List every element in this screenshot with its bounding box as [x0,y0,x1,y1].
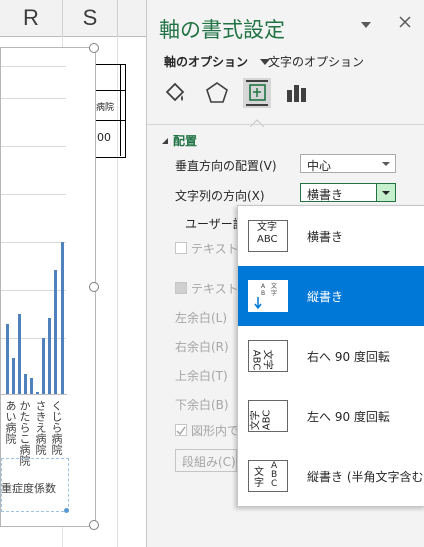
autofit-checkbox[interactable] [175,282,187,294]
chart-bar[interactable] [18,314,21,394]
columns-button[interactable]: 段組み(C) [175,449,237,472]
tab-axis-options[interactable]: 軸のオプション [164,53,271,70]
top-margin-label: 上余白(T) [175,369,228,383]
spreadsheet-area[interactable]: R S 病院 00 あい病院 かたらこ病院 さきえ病院 くじら病院 重症度係数 [0,0,146,547]
pane-title: 軸の書式設定 [159,18,285,42]
close-icon[interactable] [399,16,411,31]
chart-bar[interactable] [42,338,45,394]
chevron-down-icon [376,184,395,201]
stacked-text-icon: 文字 ABC [248,460,288,492]
axis-category-label: さきえ病院 [34,400,47,455]
left-margin-label: 左余白(L) [175,311,228,325]
menu-item-stacked[interactable]: 文字 ABC 縦書き (半角文字含む) [238,446,424,506]
menu-item-horizontal[interactable]: 文字 ABC 横書き [238,206,424,266]
text-direction-dropdown[interactable]: 横書き [300,183,396,202]
chart-bar[interactable] [54,270,57,394]
chart-bar[interactable] [6,324,9,394]
chevron-down-icon [377,155,395,172]
rotate-left-text-icon: 文字 ABC [248,400,288,432]
section-alignment[interactable]: 配置 [161,132,197,149]
chart-bar[interactable] [12,358,15,394]
axis-title[interactable]: 重症度係数 [1,480,56,496]
axis-category-label: くじら病院 [50,400,63,455]
vertical-text-icon: 文字 AB [248,280,288,312]
vertical-alignment-label: 垂直方向の配置(V) [175,159,277,173]
wrap-text-checkbox[interactable] [175,242,187,254]
sheet-table[interactable]: 病院 00 [94,64,126,158]
column-header-r[interactable]: R [0,0,63,37]
rotate-right-text-icon: 文字 ABC [248,340,288,372]
fill-line-icon[interactable] [162,80,188,106]
chart-bar[interactable] [48,318,51,394]
menu-item-rotate-left[interactable]: 文字 ABC 左へ 90 度回転 [238,386,424,446]
axis-options-chart-icon[interactable] [284,80,310,106]
tab-text-options[interactable]: 文字のオプション [268,53,364,70]
vertical-alignment-dropdown[interactable]: 中心 [300,154,396,173]
bottom-margin-label: 下余白(B) [175,398,229,412]
effects-icon[interactable] [204,80,230,106]
chart-bar[interactable] [61,242,64,394]
wrap-shape-checkbox[interactable] [175,424,187,436]
right-margin-label: 右余白(R) [175,340,229,354]
table-cell[interactable]: 病院 [96,100,114,113]
column-header-t[interactable] [118,0,146,37]
column-header-s[interactable]: S [63,0,118,37]
chart-bar[interactable] [24,374,27,394]
chart-area[interactable]: あい病院 かたらこ病院 さきえ病院 くじら病院 重症度係数 [0,47,96,527]
pane-options-chevron-icon[interactable] [361,18,371,32]
text-direction-menu[interactable]: 文字 ABC 横書き 文字 AB 縦書き 文字 ABC 右へ 90 度回転 文字 AB… [237,205,424,507]
horizontal-text-icon: 文字 ABC [248,220,288,252]
chart-bar[interactable] [30,378,33,394]
selected-tab-pointer [249,116,265,130]
menu-item-rotate-right[interactable]: 文字 ABC 右へ 90 度回転 [238,326,424,386]
menu-item-vertical[interactable]: 文字 AB 縦書き [238,266,424,326]
table-cell[interactable]: 00 [97,131,111,144]
wrap-shape-label: 図形内で [191,424,240,438]
text-direction-label: 文字列の方向(X) [175,189,265,203]
size-properties-icon[interactable] [243,78,271,108]
axis-category-label: かたらこ病院 [18,400,31,466]
